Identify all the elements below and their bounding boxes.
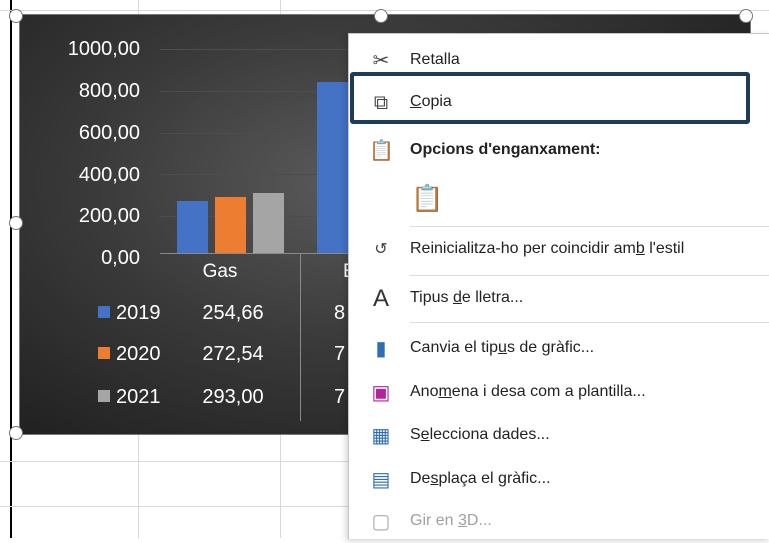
legend-label: 2019 [116, 302, 161, 324]
resize-handle-bottom-left[interactable] [9, 426, 23, 440]
menu-item-3d-rotation[interactable]: ▢ Gir en 3D... [349, 501, 769, 543]
x-axis-line [160, 253, 350, 254]
menu-item-font[interactable]: A Tipus de lletra... [349, 278, 769, 320]
legend-row-2019: 2019 [98, 302, 161, 325]
menu-label: Retalla [410, 51, 460, 68]
menu-label: Reinicialitza-ho per coincidir amb l'est… [410, 240, 685, 257]
menu-item-change-chart-type[interactable]: ▮ Canvia el tipus de gràfic... [349, 328, 769, 370]
menu-item-move-chart[interactable]: ▤ Desplaça el gràfic... [349, 459, 769, 501]
resize-handle-top-right[interactable] [739, 9, 753, 23]
menu-item-save-as-template[interactable]: ▣ Anomena i desa com a plantilla... [349, 372, 769, 414]
y-tick-label: 1000,00 [67, 38, 140, 60]
data-table-value-cut: 7 [334, 386, 346, 408]
legend-swatch [98, 390, 110, 402]
save-template-icon: ▣ [371, 382, 391, 404]
y-tick-label: 400,00 [78, 164, 140, 186]
legend-swatch [98, 306, 110, 318]
paste-option-keep-formatting[interactable]: 📋 [349, 174, 769, 222]
y-tick-label: 0,00 [101, 247, 140, 269]
font-icon: A [372, 285, 389, 312]
legend-row-2021: 2021 [98, 386, 161, 409]
gridline [160, 49, 350, 50]
data-table-value-cut: 8 [334, 302, 346, 324]
scissors-icon: ✂ [372, 50, 390, 72]
data-table-value: 254,66 [202, 302, 264, 324]
legend-label: 2020 [116, 343, 161, 365]
chart-type-icon: ▮ [375, 338, 387, 360]
legend-swatch [98, 347, 110, 359]
menu-item-paste-options-header: 📋 Opcions d'enganxament: [349, 130, 769, 172]
resize-handle-left[interactable] [9, 216, 23, 230]
bar-2019-e[interactable] [317, 81, 348, 253]
menu-separator [410, 322, 769, 323]
menu-item-select-data[interactable]: ▦ Selecciona dades... [349, 415, 769, 457]
data-table-value: 293,00 [202, 386, 264, 408]
window-border [10, 0, 12, 538]
menu-separator [410, 275, 769, 276]
data-table-value: 272,54 [202, 343, 264, 365]
resize-handle-top-left[interactable] [9, 9, 23, 23]
y-tick-label: 600,00 [78, 122, 140, 144]
bar-2020-gas[interactable] [215, 197, 246, 253]
y-tick-label: 200,00 [78, 205, 140, 227]
menu-separator [410, 226, 769, 227]
menu-item-reset-style[interactable]: ↺ Reinicialitza-ho per coincidir amb l'e… [349, 229, 769, 271]
menu-label: Anomena i desa com a plantilla... [410, 383, 646, 400]
category-label-gas: Gas [202, 261, 238, 282]
menu-label: Canvia el tipus de gràfic... [410, 339, 595, 356]
rotate-3d-icon: ▢ [371, 511, 391, 533]
paste-clipboard-icon: 📋 [411, 183, 444, 213]
bar-2021-gas[interactable] [253, 193, 284, 253]
legend-label: 2021 [116, 386, 161, 408]
highlight-box [350, 72, 750, 124]
menu-label: Selecciona dades... [410, 426, 550, 443]
y-tick-label: 800,00 [78, 80, 140, 102]
menu-label: Tipus de lletra... [410, 289, 524, 306]
reset-style-icon: ↺ [374, 241, 388, 258]
select-data-icon: ▦ [371, 425, 391, 447]
legend-row-2020: 2020 [98, 343, 161, 366]
data-table-separator [300, 253, 301, 421]
clipboard-icon: 📋 [369, 140, 394, 162]
bar-2019-gas[interactable] [177, 201, 208, 253]
menu-label: Opcions d'enganxament: [410, 141, 601, 158]
data-table-value-cut: 7 [334, 343, 346, 365]
resize-handle-top[interactable] [374, 9, 388, 23]
menu-label: Gir en 3D... [410, 512, 492, 529]
move-chart-icon: ▤ [371, 469, 391, 491]
menu-label: Desplaça el gràfic... [410, 470, 551, 487]
